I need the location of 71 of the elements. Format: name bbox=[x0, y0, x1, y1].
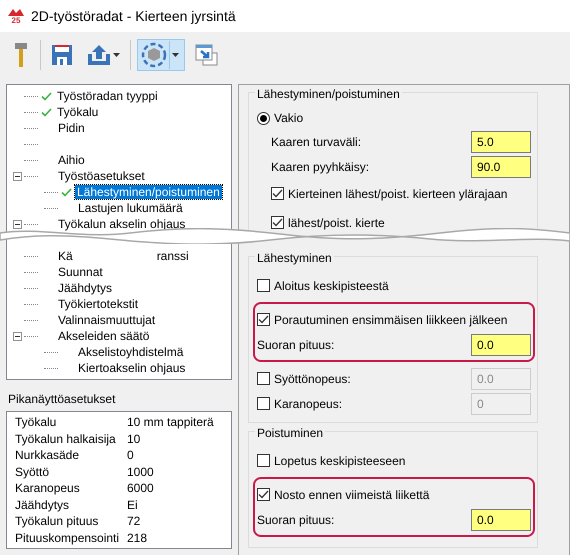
table-cell-text: Työkalun pituus bbox=[15, 513, 100, 530]
window-arrow-icon bbox=[195, 43, 219, 67]
checkbox-label: Aloitus keskipisteestä bbox=[274, 278, 389, 294]
app-logo: 25 bbox=[7, 8, 25, 24]
table-cell-text: Jäähdytys bbox=[15, 496, 70, 514]
radio-label: Vakio bbox=[274, 110, 304, 127]
collapse-toggle[interactable] bbox=[13, 220, 22, 228]
table-cell-text: Ei bbox=[127, 496, 138, 514]
checkbox-label: Kierteinen lähest/poist. kierteen ylärajaan bbox=[288, 186, 508, 202]
table-cell-text: Syöttö bbox=[15, 464, 50, 481]
tree-item-fragment: Kä bbox=[57, 249, 74, 263]
table-cell-text: Karanopeus bbox=[15, 480, 81, 498]
table-cell-text: 1000 bbox=[127, 464, 154, 481]
field-label: Suoran pituus: bbox=[257, 512, 334, 528]
field-label: Kaaren pyyhkäisy: bbox=[271, 158, 370, 176]
upload-icon bbox=[87, 44, 111, 66]
toolbar-button[interactable] bbox=[137, 39, 185, 71]
table-cell-text: 218 bbox=[127, 530, 148, 547]
checkbox-label: Nosto ennen viimeistä liikettä bbox=[274, 486, 430, 504]
table-cell-text: Työkalun halkaisija bbox=[15, 430, 117, 448]
tree-item[interactable]: Työkalun akselin ohjaus bbox=[56, 217, 188, 231]
collapse-toggle[interactable] bbox=[13, 332, 22, 340]
table-cell-text: 72 bbox=[127, 513, 140, 530]
input-field[interactable]: 0.0 bbox=[471, 508, 531, 530]
checkbox-label: lähest/poist. kierte bbox=[288, 214, 385, 232]
table-cell-text: Pituuskompensointi bbox=[15, 530, 120, 547]
cube-view-icon bbox=[141, 42, 167, 68]
checkbox-label: Porautuminen ensimmäisen liikkeen jälkeen bbox=[274, 312, 508, 328]
input-field[interactable]: 0.0 bbox=[471, 334, 531, 356]
tree-item[interactable]: Kiertoakselin ohjaus bbox=[76, 361, 188, 375]
tree-item[interactable]: Lastujen lukumäärä bbox=[76, 201, 185, 215]
tree-item[interactable]: Työkalu bbox=[55, 105, 100, 119]
table-cell-text: Nurkkasäde bbox=[15, 447, 80, 464]
tree-item[interactable]: Työstöasetukset bbox=[56, 169, 147, 183]
tree-item[interactable]: Jäähdytys bbox=[56, 281, 114, 295]
tree-item[interactable]: Akselistoyhdistelmä bbox=[76, 345, 186, 359]
table-cell-text: 10 bbox=[127, 430, 140, 448]
caret-icon bbox=[169, 41, 181, 69]
checkbox-label: Syöttönopeus: bbox=[274, 370, 351, 388]
tree-item[interactable]: Aihio bbox=[56, 153, 87, 167]
tree-item-fragment: ranssi bbox=[156, 249, 190, 263]
save-icon bbox=[51, 44, 73, 66]
tree-item[interactable]: Työstöradan tyyppi bbox=[55, 89, 160, 103]
tool-icon bbox=[12, 41, 30, 69]
tree-item[interactable]: Työkiertotekstit bbox=[56, 297, 140, 311]
table-cell-text: 10 mm tappiterä bbox=[127, 414, 214, 432]
checkbox[interactable] bbox=[257, 313, 270, 326]
table-cell-text: Työkalu bbox=[15, 414, 58, 432]
tree-item[interactable]: Lähestyminen/poistuminen bbox=[75, 185, 222, 199]
checkbox[interactable] bbox=[271, 216, 284, 229]
collapse-toggle[interactable] bbox=[13, 172, 22, 180]
table-cell-text: 0 bbox=[127, 447, 134, 464]
tree-item[interactable]: Suunnat bbox=[56, 265, 105, 279]
radio-button[interactable] bbox=[257, 112, 270, 124]
caret-icon bbox=[113, 53, 120, 57]
tree-item[interactable]: Valinnaismuuttujat bbox=[56, 313, 158, 327]
input-field[interactable]: 5.0 bbox=[471, 130, 531, 152]
input-field[interactable]: 90.0 bbox=[471, 156, 531, 178]
checkbox[interactable] bbox=[257, 488, 270, 501]
section-title: Pikanäyttöasetukset bbox=[8, 391, 116, 408]
field-label: Kaaren turvaväli: bbox=[271, 134, 362, 150]
tree-item[interactable]: Akseleiden säätö bbox=[56, 329, 152, 343]
checkbox[interactable] bbox=[257, 454, 270, 467]
checkbox[interactable] bbox=[271, 187, 284, 200]
tree-item[interactable]: Pidin bbox=[56, 121, 87, 135]
window-title: 2D-työstöradat - Kierteen jyrsintä bbox=[31, 6, 236, 26]
field-label: Suoran pituus: bbox=[257, 336, 334, 354]
checkbox-label: Lopetus keskipisteeseen bbox=[274, 452, 406, 470]
table-cell-text: 6000 bbox=[127, 480, 154, 498]
checkbox[interactable] bbox=[257, 279, 270, 292]
checkbox-label: Karanopeus: bbox=[274, 396, 342, 412]
